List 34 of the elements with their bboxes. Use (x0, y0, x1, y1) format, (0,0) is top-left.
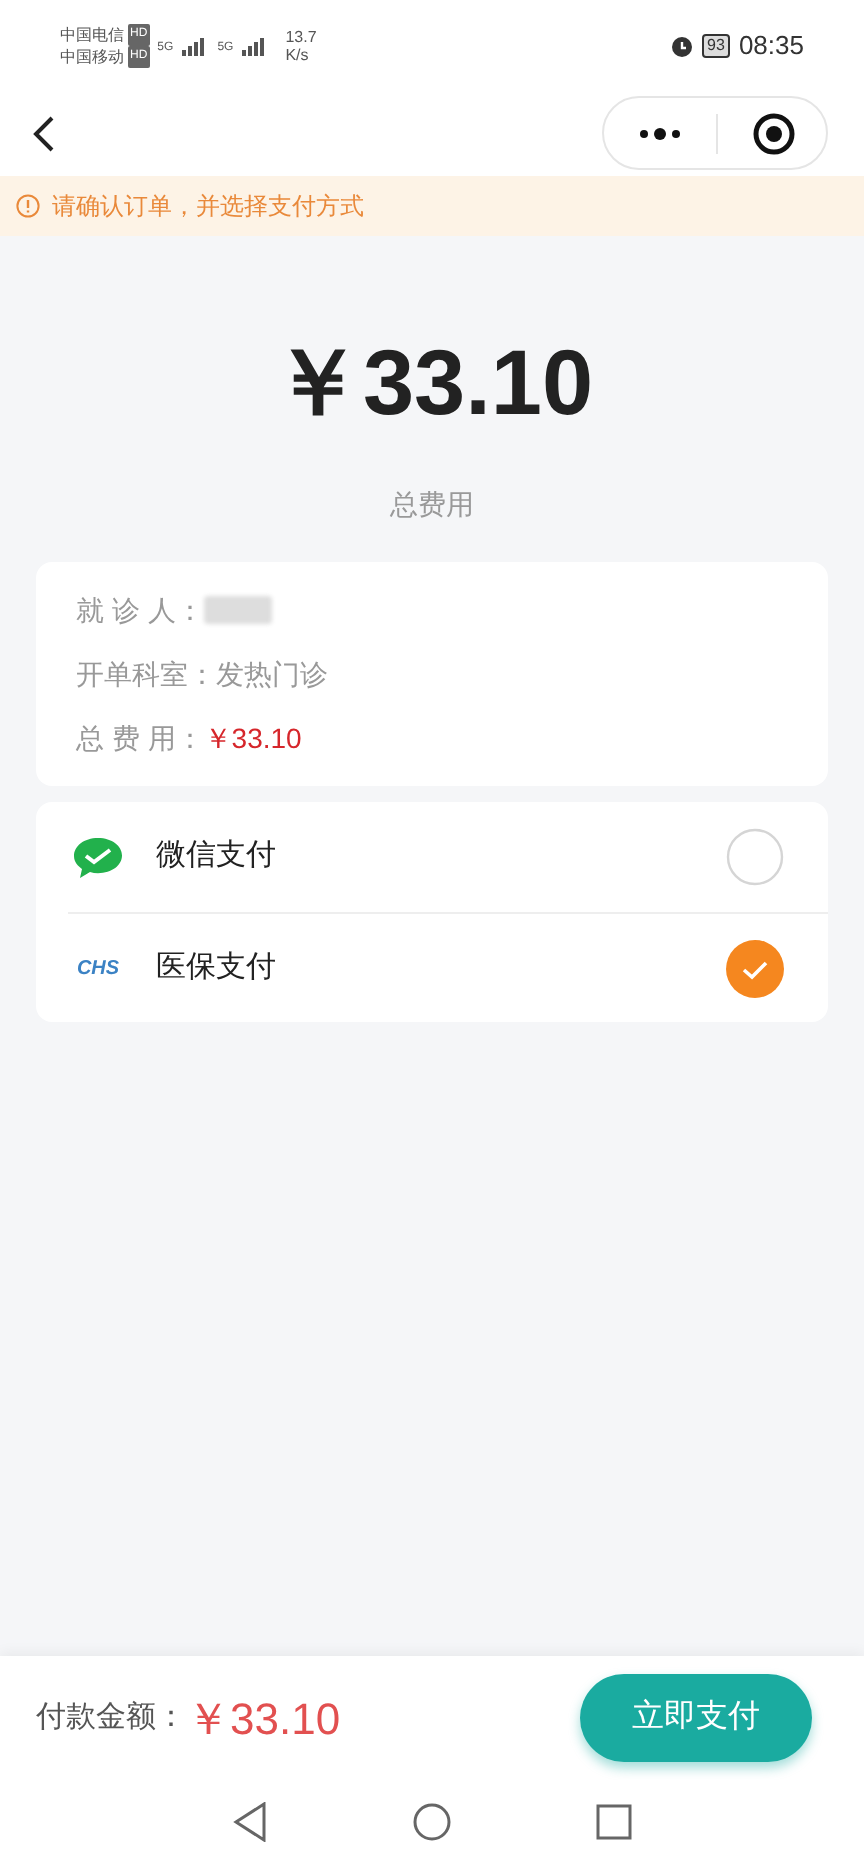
more-icon[interactable] (638, 127, 682, 139)
masked-name (203, 596, 272, 624)
chat-bubble-icon (72, 835, 124, 879)
network-speed: 13.7 (285, 27, 317, 45)
notice-text: 请确认订单，并选择支付方式 (52, 190, 364, 224)
detail-label: 就 诊 人： (76, 591, 204, 629)
detail-price: ￥33.10 (203, 719, 302, 757)
speed-unit: K/s (285, 45, 311, 63)
detail-label: 总 费 用： (76, 719, 204, 757)
recent-apps-icon[interactable] (596, 1803, 632, 1839)
detail-label: 开单科室： (76, 655, 216, 693)
payment-label: 医保支付 (156, 947, 278, 988)
amount: ￥33.10 (270, 336, 594, 428)
payment-label: 微信支付 (156, 836, 278, 877)
signal-icon (241, 35, 270, 55)
payment-option[interactable]: CHS 医保支付 (68, 912, 828, 1022)
signal-icon (181, 35, 210, 55)
checked-radio[interactable] (726, 939, 784, 997)
amount-label: 总费用 (390, 486, 474, 524)
clock: 08:35 (738, 27, 804, 64)
payment-amount-label: 付款金额： (36, 1697, 186, 1738)
back-icon[interactable] (32, 113, 56, 153)
carrier-name: 中国移动 (60, 45, 124, 67)
radio-button[interactable] (726, 828, 784, 886)
chs-logo: CHS (76, 955, 120, 983)
back-nav-icon[interactable] (232, 1801, 268, 1841)
info-icon (16, 194, 40, 218)
detail-value: 发热门诊 (216, 655, 328, 693)
payment-amount: ￥33.10 (186, 1691, 341, 1747)
carrier-name: 中国电信 (60, 23, 124, 45)
home-nav-icon[interactable] (412, 1801, 452, 1841)
alarm-icon (669, 33, 694, 57)
payment-option[interactable]: 微信支付 (36, 802, 828, 912)
battery-level: 93 (701, 33, 731, 57)
